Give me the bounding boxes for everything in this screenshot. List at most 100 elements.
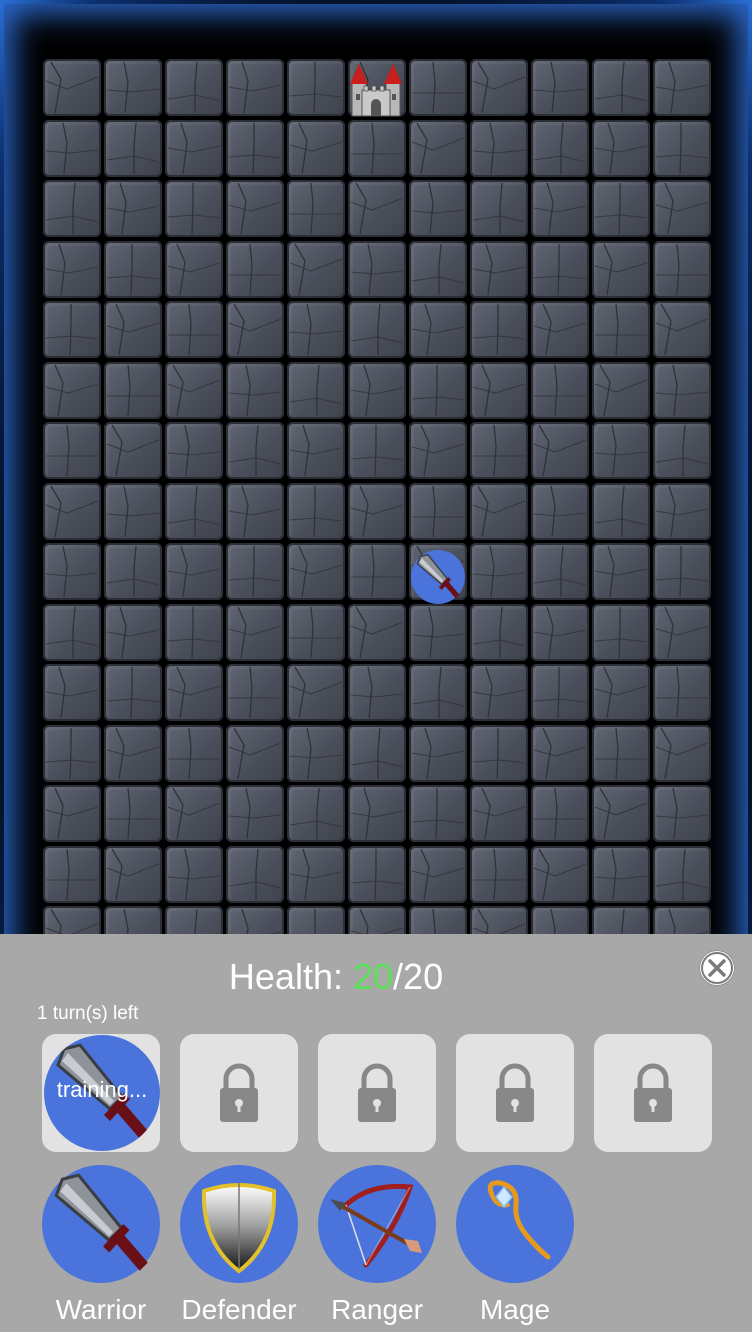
board-tile[interactable] xyxy=(470,664,528,721)
queue-slot-locked[interactable] xyxy=(318,1034,436,1152)
close-button[interactable] xyxy=(699,950,735,986)
board-tile[interactable] xyxy=(104,301,162,358)
board-tile[interactable] xyxy=(409,301,467,358)
board-tile[interactable] xyxy=(287,59,345,116)
board-tile[interactable] xyxy=(409,604,467,661)
queue-slot-training[interactable]: training... xyxy=(42,1034,160,1152)
board-tile[interactable] xyxy=(226,604,284,661)
board-tile[interactable] xyxy=(592,664,650,721)
board-tile[interactable] xyxy=(287,846,345,903)
board-tile[interactable] xyxy=(104,604,162,661)
board-tile[interactable] xyxy=(470,59,528,116)
board-tile[interactable] xyxy=(531,785,589,842)
board-tile[interactable] xyxy=(226,664,284,721)
board-tile[interactable] xyxy=(409,664,467,721)
board-tile[interactable] xyxy=(287,241,345,298)
board-tile[interactable] xyxy=(531,301,589,358)
board-tile[interactable] xyxy=(165,362,223,419)
board-tile[interactable] xyxy=(531,59,589,116)
board-tile[interactable] xyxy=(653,120,711,177)
board-tile[interactable] xyxy=(470,483,528,540)
board-tile[interactable] xyxy=(653,664,711,721)
board-tile[interactable] xyxy=(531,483,589,540)
board-tile[interactable] xyxy=(287,180,345,237)
board-tile[interactable] xyxy=(287,362,345,419)
queue-slot-locked[interactable] xyxy=(594,1034,712,1152)
board-tile[interactable] xyxy=(409,725,467,782)
board-tile[interactable] xyxy=(287,543,345,600)
board-tile[interactable] xyxy=(165,846,223,903)
board-tile[interactable] xyxy=(531,725,589,782)
board-tile[interactable] xyxy=(104,362,162,419)
queue-slot-locked[interactable] xyxy=(456,1034,574,1152)
board-tile[interactable] xyxy=(531,846,589,903)
board-tile[interactable] xyxy=(43,664,101,721)
board-tile[interactable] xyxy=(226,241,284,298)
board-unit-token[interactable] xyxy=(411,550,465,604)
board-tile[interactable] xyxy=(43,604,101,661)
board-tile[interactable] xyxy=(653,301,711,358)
warrior-button[interactable] xyxy=(42,1165,160,1283)
board-tile[interactable] xyxy=(104,241,162,298)
board-tile[interactable] xyxy=(653,241,711,298)
board-tile[interactable] xyxy=(592,725,650,782)
board-tile[interactable] xyxy=(165,664,223,721)
board-tile[interactable] xyxy=(653,362,711,419)
castle-icon[interactable] xyxy=(346,60,406,118)
board-tile[interactable] xyxy=(592,59,650,116)
board-tile[interactable] xyxy=(592,241,650,298)
board-tile[interactable] xyxy=(104,543,162,600)
board-tile[interactable] xyxy=(409,180,467,237)
board-tile[interactable] xyxy=(348,785,406,842)
board-tile[interactable] xyxy=(592,846,650,903)
board-tile[interactable] xyxy=(104,59,162,116)
board-tile[interactable] xyxy=(287,120,345,177)
board-tile[interactable] xyxy=(165,120,223,177)
board-tile[interactable] xyxy=(653,180,711,237)
board-tile[interactable] xyxy=(226,483,284,540)
board-tile[interactable] xyxy=(43,180,101,237)
board-tile[interactable] xyxy=(348,362,406,419)
board-tile[interactable] xyxy=(531,664,589,721)
board-tile[interactable] xyxy=(592,120,650,177)
board-tile[interactable] xyxy=(43,120,101,177)
board-tile[interactable] xyxy=(470,604,528,661)
board-tile[interactable] xyxy=(470,725,528,782)
board-tile[interactable] xyxy=(104,120,162,177)
board-tile[interactable] xyxy=(226,301,284,358)
board-tile[interactable] xyxy=(470,120,528,177)
board-tile[interactable] xyxy=(287,725,345,782)
board-tile[interactable] xyxy=(348,241,406,298)
mage-button[interactable] xyxy=(456,1165,574,1283)
board-tile[interactable] xyxy=(287,483,345,540)
board-tile[interactable] xyxy=(104,422,162,479)
board-tile[interactable] xyxy=(348,120,406,177)
board-tile[interactable] xyxy=(226,362,284,419)
board-tile[interactable] xyxy=(348,664,406,721)
board-tile[interactable] xyxy=(409,846,467,903)
board-tile[interactable] xyxy=(653,483,711,540)
board-tile[interactable] xyxy=(348,725,406,782)
board-tile[interactable] xyxy=(531,241,589,298)
board-tile[interactable] xyxy=(592,180,650,237)
board-tile[interactable] xyxy=(653,604,711,661)
board-tile[interactable] xyxy=(409,785,467,842)
board-tile[interactable] xyxy=(165,543,223,600)
board-tile[interactable] xyxy=(43,725,101,782)
board-tile[interactable] xyxy=(287,301,345,358)
board-tile[interactable] xyxy=(653,725,711,782)
board-tile[interactable] xyxy=(592,785,650,842)
board-tile[interactable] xyxy=(226,422,284,479)
board-tile[interactable] xyxy=(43,422,101,479)
board-tile[interactable] xyxy=(165,785,223,842)
board-tile[interactable] xyxy=(43,543,101,600)
board-tile[interactable] xyxy=(104,664,162,721)
board-tile[interactable] xyxy=(470,241,528,298)
board-tile[interactable] xyxy=(470,422,528,479)
board-tile[interactable] xyxy=(104,846,162,903)
board-tile[interactable] xyxy=(226,180,284,237)
board-tile[interactable] xyxy=(226,785,284,842)
board-tile[interactable] xyxy=(409,483,467,540)
board-tile[interactable] xyxy=(43,785,101,842)
board-tile[interactable] xyxy=(470,301,528,358)
